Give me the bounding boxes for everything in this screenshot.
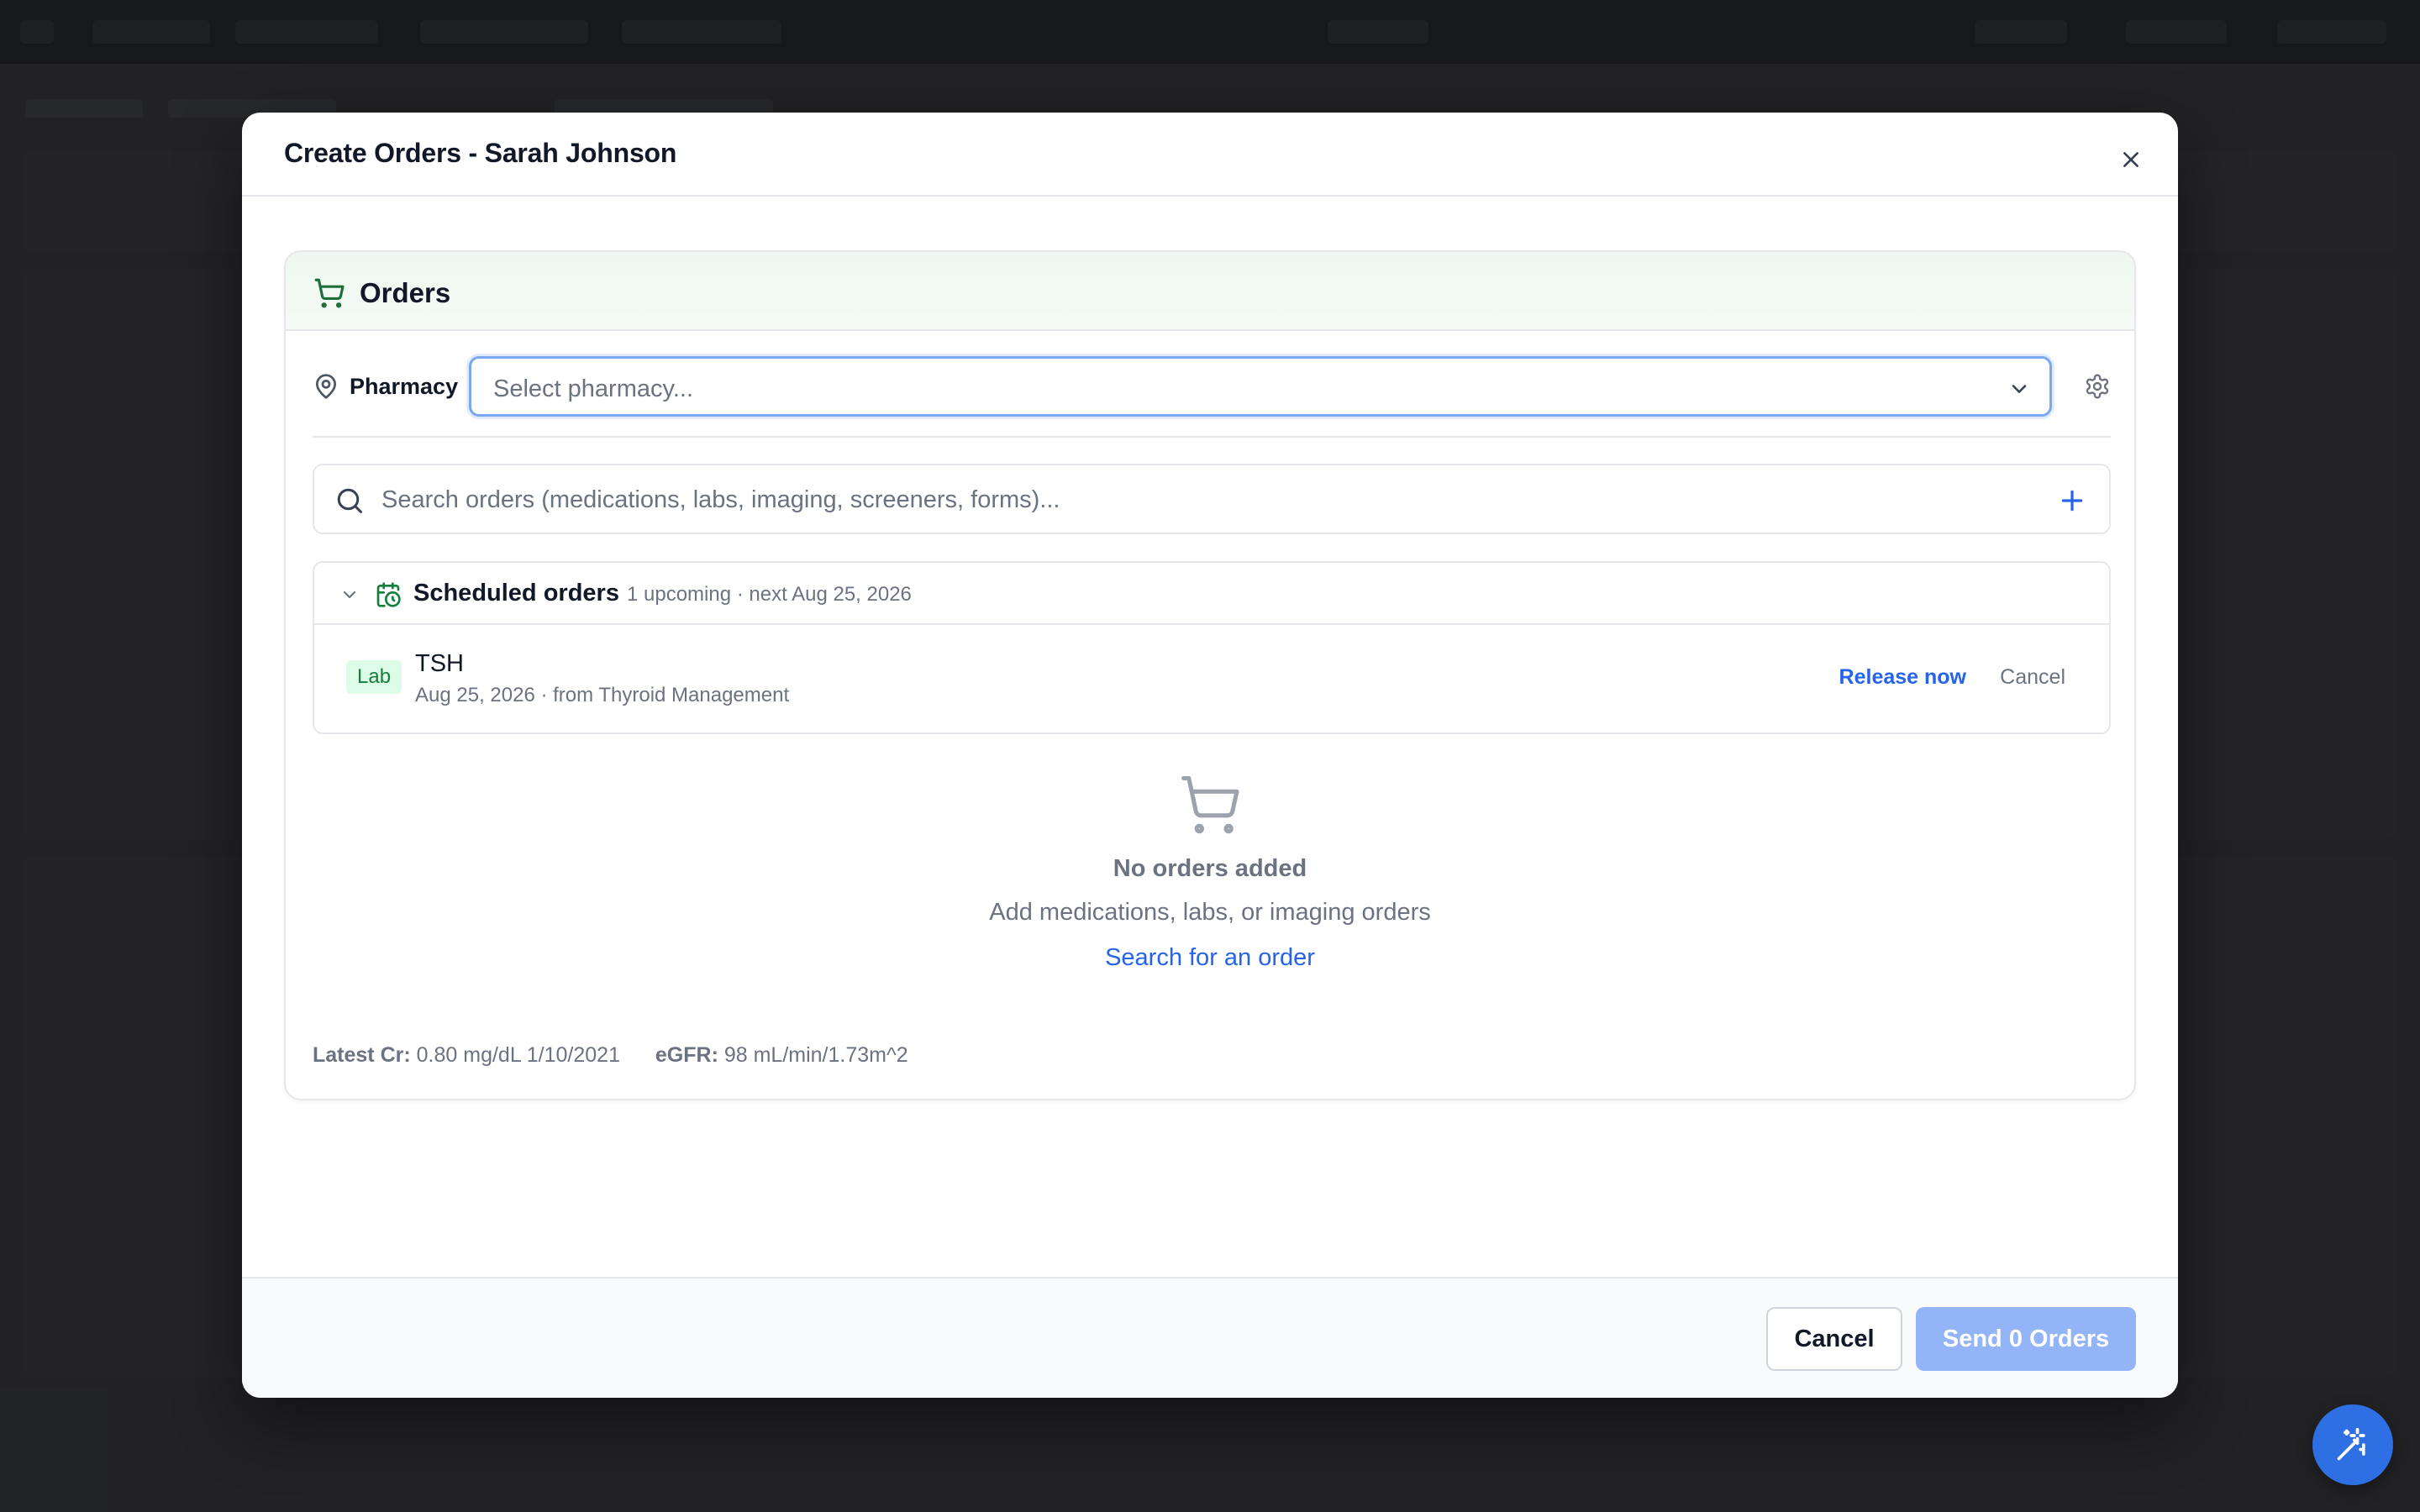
create-orders-modal: Create Orders - Sarah Johnson Orders Pha…	[242, 113, 2178, 1398]
gear-icon[interactable]	[2084, 373, 2111, 404]
pharmacy-placeholder: Select pharmacy...	[493, 375, 694, 402]
pharmacy-select[interactable]: Select pharmacy...	[469, 356, 2052, 417]
pharmacy-label: Pharmacy	[350, 374, 459, 399]
cart-icon	[1176, 773, 1244, 841]
cancel-button[interactable]: Cancel	[1766, 1307, 1902, 1371]
send-orders-button[interactable]: Send 0 Orders	[1916, 1307, 2136, 1371]
order-search-input[interactable]	[381, 480, 2028, 519]
release-now-button[interactable]: Release now	[1839, 665, 1966, 690]
egfr-value: 98 mL/min/1.73m^2	[723, 1043, 908, 1067]
search-for-order-link[interactable]: Search for an order	[1105, 944, 1315, 971]
order-search-box	[313, 464, 2111, 534]
scheduled-order-item: Lab TSH Aug 25, 2026 · from Thyroid Mana…	[314, 625, 2109, 732]
scheduled-orders-title: Scheduled orders	[413, 580, 619, 606]
cr-date: 1/10/2021	[526, 1043, 620, 1067]
empty-state: No orders added Add medications, labs, o…	[286, 773, 2134, 971]
order-name: TSH	[415, 650, 464, 677]
close-icon	[2123, 152, 2139, 167]
cr-label: Latest Cr:	[313, 1043, 411, 1067]
cancel-scheduled-button[interactable]: Cancel	[2000, 665, 2065, 690]
modal-header: Create Orders - Sarah Johnson	[242, 113, 2178, 197]
order-details: Aug 25, 2026 · from Thyroid Management	[415, 684, 790, 706]
cr-value: 0.80 mg/dL	[416, 1043, 521, 1067]
cart-icon	[313, 277, 346, 313]
magic-wand-icon	[2337, 1427, 2365, 1461]
lab-badge: Lab	[346, 660, 402, 694]
divider	[313, 436, 2111, 438]
orders-header: Orders	[286, 252, 2134, 331]
close-button[interactable]	[2118, 146, 2144, 173]
modal-footer: Cancel Send 0 Orders	[242, 1277, 2178, 1398]
pharmacy-row: Pharmacy Select pharmacy...	[313, 356, 2111, 417]
scheduled-orders-panel: Scheduled orders 1 upcoming · next Aug 2…	[313, 561, 2111, 734]
orders-title: Orders	[360, 277, 451, 308]
empty-state-title: No orders added	[1113, 855, 1307, 882]
assistant-fab[interactable]	[2312, 1404, 2393, 1485]
modal-title: Create Orders - Sarah Johnson	[284, 138, 677, 168]
map-pin-icon	[313, 373, 339, 404]
orders-card: Orders Pharmacy Select pharmacy... Searc…	[284, 250, 2136, 1100]
empty-state-subtitle: Add medications, labs, or imaging orders	[989, 899, 1431, 926]
chevron-down-icon[interactable]	[339, 585, 360, 609]
search-icon	[334, 486, 365, 520]
plus-icon[interactable]	[2059, 487, 2086, 518]
chevron-down-icon	[2007, 377, 2031, 405]
egfr-label: eGFR:	[655, 1043, 718, 1067]
calendar-clock-icon	[375, 581, 402, 612]
lab-summary: Latest Cr: 0.80 mg/dL 1/10/2021 eGFR: 98…	[313, 1043, 908, 1068]
scheduled-orders-header[interactable]: Scheduled orders 1 upcoming · next Aug 2…	[314, 563, 2109, 625]
scheduled-orders-meta: 1 upcoming · next Aug 25, 2026	[627, 583, 912, 606]
empty-state-link-wrap: Search for an order	[286, 944, 2134, 972]
